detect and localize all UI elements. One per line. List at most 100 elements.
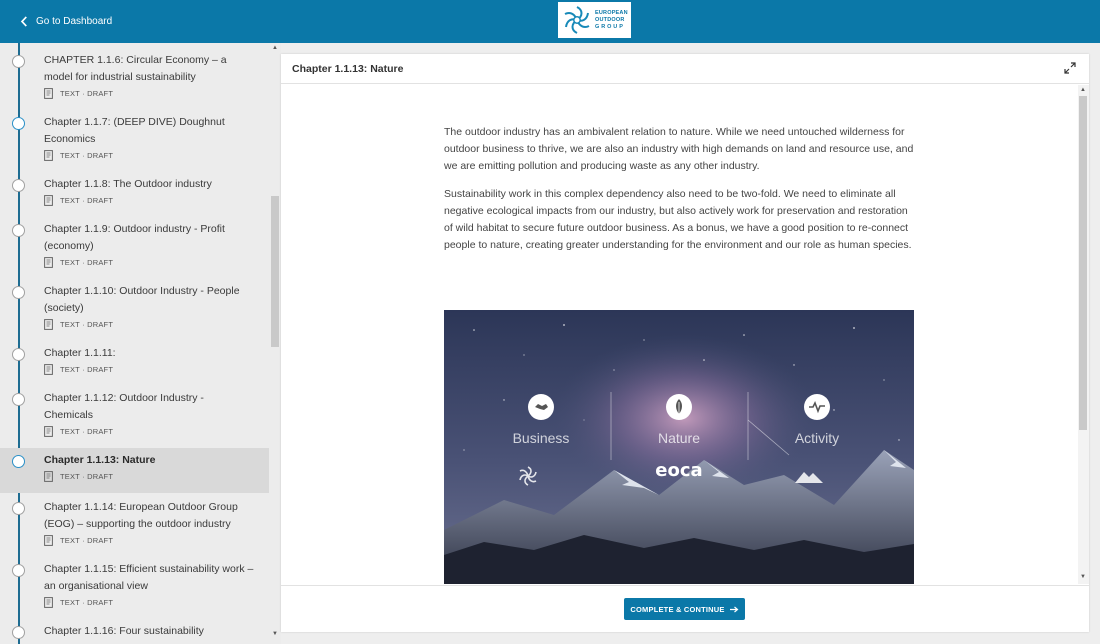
- sidebar-item-chapter-1-1-6[interactable]: CHAPTER 1.1.6: Circular Economy – a mode…: [0, 52, 269, 100]
- progress-circle-icon: [12, 348, 25, 361]
- text-doc-icon: [44, 256, 53, 268]
- sidebar-item-meta-label: TEXT · DRAFT: [60, 150, 114, 160]
- sidebar-item-meta-label: TEXT · DRAFT: [60, 535, 114, 545]
- text-doc-icon: [44, 149, 53, 161]
- progress-circle-icon: [12, 55, 25, 68]
- go-to-dashboard-link[interactable]: Go to Dashboard: [20, 0, 112, 43]
- feather-leaf-icon: [666, 394, 692, 420]
- sidebar-scrollbar-thumb[interactable]: [271, 196, 279, 347]
- sidebar-item-chapter-1-1-10[interactable]: Chapter 1.1.10: Outdoor Industry - Peopl…: [0, 283, 269, 331]
- sidebar-item-title: Chapter 1.1.12: Outdoor Industry - Chemi…: [44, 392, 204, 421]
- hero-label-business: Business: [512, 430, 570, 446]
- lesson-title: Chapter 1.1.13: Nature: [292, 63, 404, 75]
- sidebar-item-meta-label: TEXT · DRAFT: [60, 195, 114, 205]
- text-doc-icon: [44, 363, 53, 375]
- lesson-paragraph-1: The outdoor industry has an ambivalent r…: [444, 126, 914, 172]
- eog-logo-mark: [564, 6, 590, 34]
- text-doc-icon: [44, 194, 53, 206]
- sidebar-item-chapter-1-1-12[interactable]: Chapter 1.1.12: Outdoor Industry - Chemi…: [0, 390, 269, 438]
- eog-logo-line: G R O U P: [595, 23, 624, 30]
- complete-and-continue-button[interactable]: COMPLETE & CONTINUE: [624, 598, 745, 620]
- lesson-footer: COMPLETE & CONTINUE: [281, 585, 1089, 632]
- hero-label-nature: Nature: [657, 430, 701, 446]
- sidebar-item-meta: TEXT · DRAFT: [44, 424, 255, 438]
- heartbeat-icon: [804, 394, 830, 420]
- text-doc-icon: [44, 425, 53, 437]
- progress-circle-icon: [12, 502, 25, 515]
- lesson-paragraph-2: Sustainability work in this complex depe…: [444, 188, 912, 251]
- sidebar-item-title: Chapter 1.1.11:: [44, 347, 116, 359]
- hero-label-activity: Activity: [794, 430, 840, 446]
- arrow-right-icon: [729, 606, 739, 612]
- sidebar-item-meta: TEXT · DRAFT: [44, 533, 255, 547]
- expand-icon[interactable]: [1064, 62, 1076, 74]
- sidebar-item-chapter-1-1-16[interactable]: Chapter 1.1.16: Four sustainability: [0, 623, 269, 640]
- sidebar-item-meta: TEXT · DRAFT: [44, 86, 255, 100]
- sidebar-item-chapter-1-1-11[interactable]: Chapter 1.1.11: TEXT · DRAFT: [0, 345, 269, 376]
- content-scroll-up-icon[interactable]: ▲: [1079, 87, 1087, 93]
- sidebar-item-meta-label: TEXT · DRAFT: [60, 471, 114, 481]
- sidebar-item-title: Chapter 1.1.13: Nature: [44, 454, 156, 466]
- progress-circle-icon: [12, 455, 25, 468]
- sidebar-item-title: Chapter 1.1.10: Outdoor Industry - Peopl…: [44, 285, 240, 314]
- content-scrollbar-thumb[interactable]: [1079, 96, 1087, 430]
- sidebar-item-chapter-1-1-15[interactable]: Chapter 1.1.15: Efficient sustainability…: [0, 561, 269, 609]
- sidebar-item-meta: TEXT · DRAFT: [44, 595, 255, 609]
- handshake-icon: [528, 394, 554, 420]
- chevron-left-icon: [20, 16, 27, 27]
- sidebar-item-title: Chapter 1.1.14: European Outdoor Group (…: [44, 501, 238, 530]
- scroll-up-arrow-icon[interactable]: ▲: [271, 45, 279, 51]
- text-doc-icon: [44, 534, 53, 546]
- progress-circle-icon: [12, 564, 25, 577]
- sidebar-item-title: Chapter 1.1.7: (DEEP DIVE) Doughnut Econ…: [44, 116, 225, 145]
- sidebar-item-chapter-1-1-7[interactable]: Chapter 1.1.7: (DEEP DIVE) Doughnut Econ…: [0, 114, 269, 162]
- sidebar-item-title: Chapter 1.1.15: Efficient sustainability…: [44, 563, 254, 592]
- sidebar-item-title: Chapter 1.1.8: The Outdoor industry: [44, 178, 212, 190]
- progress-circle-icon: [12, 286, 25, 299]
- sidebar-item-title: Chapter 1.1.9: Outdoor industry - Profit…: [44, 223, 225, 252]
- progress-circle-icon: [12, 117, 25, 130]
- sidebar-item-meta-label: TEXT · DRAFT: [60, 364, 114, 374]
- lesson-content: The outdoor industry has an ambivalent r…: [281, 85, 1078, 584]
- sidebar-item-meta: TEXT · DRAFT: [44, 362, 255, 376]
- content-scroll-down-icon[interactable]: ▼: [1079, 574, 1087, 580]
- progress-circle-icon: [12, 179, 25, 192]
- sidebar-item-chapter-1-1-9[interactable]: Chapter 1.1.9: Outdoor industry - Profit…: [0, 221, 269, 269]
- sidebar-item-chapter-1-1-13[interactable]: Chapter 1.1.13: Nature TEXT · DRAFT: [0, 448, 269, 493]
- eog-logo-text: EUROPEAN OUTDOOR G R O U P: [595, 10, 628, 31]
- text-doc-icon: [44, 87, 53, 99]
- text-doc-icon: [44, 596, 53, 608]
- progress-circle-icon: [12, 224, 25, 237]
- progress-circle-icon: [12, 626, 25, 639]
- nature-hero-image: Business Nature Activity eoca: [444, 310, 914, 584]
- sidebar-item-title: Chapter 1.1.16: Four sustainability: [44, 625, 204, 637]
- european-outdoor-group-logo[interactable]: EUROPEAN OUTDOOR G R O U P: [558, 2, 631, 38]
- lesson-header: Chapter 1.1.13: Nature: [281, 54, 1089, 84]
- eog-logo-line: OUTDOOR: [595, 16, 625, 23]
- eog-white-logo-icon: [519, 466, 537, 486]
- mountain-logo-icon: [795, 472, 823, 483]
- top-bar: Go to Dashboard EUROPEAN OUTDOOR G R O U…: [0, 0, 1100, 43]
- sidebar-item-meta: TEXT · DRAFT: [44, 193, 255, 207]
- sidebar-item-chapter-1-1-8[interactable]: Chapter 1.1.8: The Outdoor industry TEXT…: [0, 176, 269, 207]
- progress-circle-icon: [12, 393, 25, 406]
- sidebar-item-title: CHAPTER 1.1.6: Circular Economy – a mode…: [44, 54, 227, 83]
- complete-and-continue-label: COMPLETE & CONTINUE: [630, 604, 725, 614]
- sidebar-item-meta-label: TEXT · DRAFT: [60, 319, 114, 329]
- go-to-dashboard-label: Go to Dashboard: [36, 16, 113, 27]
- sidebar-item-meta-label: TEXT · DRAFT: [60, 597, 114, 607]
- eog-logo-line: EUROPEAN: [595, 9, 628, 16]
- course-sidebar: CHAPTER 1.1.6: Circular Economy – a mode…: [0, 43, 281, 644]
- sidebar-item-meta-label: TEXT · DRAFT: [60, 88, 114, 98]
- hero-illustration: [444, 310, 914, 584]
- scroll-down-arrow-icon[interactable]: ▼: [271, 631, 279, 637]
- sidebar-item-meta-label: TEXT · DRAFT: [60, 426, 114, 436]
- sidebar-item-meta: TEXT · DRAFT: [44, 148, 255, 162]
- eoca-logo: eoca: [655, 460, 703, 481]
- sidebar-item-meta: TEXT · DRAFT: [44, 317, 255, 331]
- text-doc-icon: [44, 318, 53, 330]
- sidebar-item-meta: TEXT · DRAFT: [44, 255, 255, 269]
- sidebar-item-chapter-1-1-14[interactable]: Chapter 1.1.14: European Outdoor Group (…: [0, 499, 269, 547]
- sidebar-item-meta: TEXT · DRAFT: [44, 469, 255, 483]
- lesson-panel: Chapter 1.1.13: Nature The outdoor indus…: [281, 54, 1089, 632]
